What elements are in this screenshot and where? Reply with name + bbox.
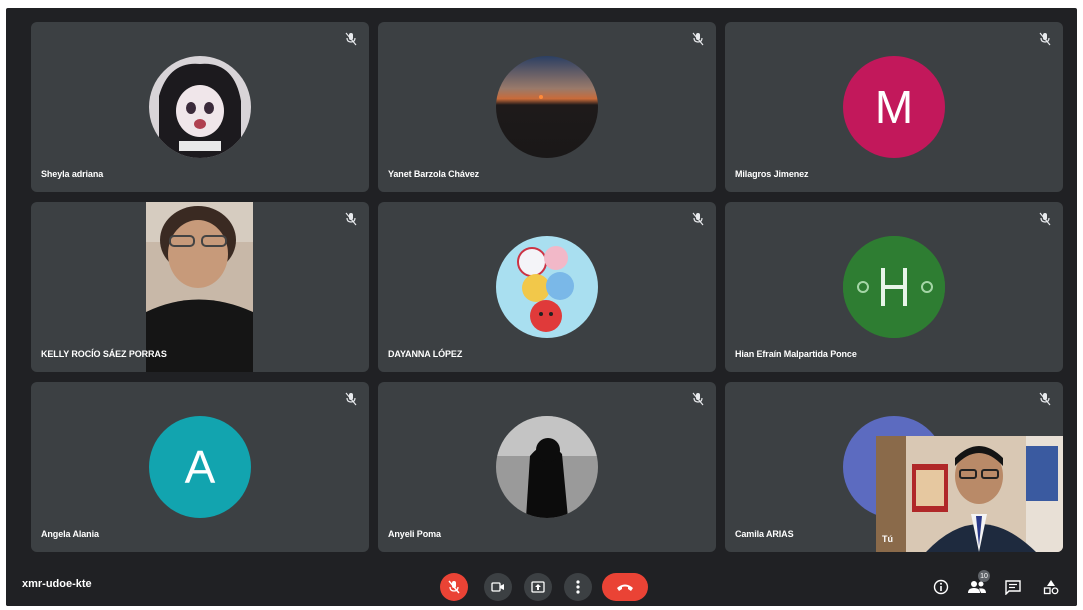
participant-avatar: A [149, 416, 251, 518]
leave-call-button[interactable] [602, 573, 648, 601]
participant-tile[interactable]: Camila ARIAS Tú [725, 382, 1063, 552]
participant-avatar [496, 236, 598, 338]
avatar-initial: M [874, 81, 914, 133]
meeting-code: xmr-udoe-kte [22, 578, 92, 590]
participant-avatar: M [843, 56, 945, 158]
participant-avatar [496, 416, 598, 518]
chat-button[interactable] [1002, 576, 1024, 598]
mic-off-icon [1039, 212, 1051, 226]
self-view-label: Tú [882, 534, 893, 544]
participant-avatar [496, 56, 598, 158]
activities-button[interactable] [1040, 576, 1062, 598]
mic-off-icon [1039, 392, 1051, 406]
people-button[interactable]: 10 [966, 570, 990, 598]
info-icon [933, 579, 949, 595]
hang-up-icon [617, 584, 633, 591]
participant-name: Sheyla adriana [41, 169, 104, 179]
mic-off-icon [345, 392, 357, 406]
participant-video [146, 202, 253, 372]
mic-off-icon [448, 580, 460, 594]
participant-name: Hian Efraín Malpartida Ponce [735, 349, 857, 359]
more-vert-icon [576, 580, 580, 594]
camera-toggle-button[interactable] [484, 573, 512, 601]
participant-name: Milagros Jimenez [735, 169, 809, 179]
people-icon [968, 581, 986, 593]
mic-off-icon [692, 32, 704, 46]
activities-icon [1043, 580, 1059, 595]
participant-name: DAYANNA LÓPEZ [388, 349, 463, 359]
participant-tile[interactable]: Sheyla adriana [31, 22, 369, 192]
meet-window: Sheyla adriana Yanet Barzola Chávez M Mi… [6, 8, 1077, 606]
participant-name: Angela Alania [41, 529, 99, 539]
mic-off-icon [345, 212, 357, 226]
avatar-initial: A [184, 441, 216, 493]
participant-tile[interactable]: Anyeli Poma [378, 382, 716, 552]
meeting-details-button[interactable] [930, 576, 952, 598]
mic-off-icon [692, 392, 704, 406]
participant-name: Camila ARIAS [735, 529, 794, 539]
participant-tile[interactable]: A Angela Alania [31, 382, 369, 552]
participant-name: KELLY ROCÍO SÁEZ PORRAS [41, 349, 167, 359]
participant-grid: Sheyla adriana Yanet Barzola Chávez M Mi… [6, 8, 1077, 568]
chat-icon [1005, 579, 1021, 595]
present-button[interactable] [524, 573, 552, 601]
participant-avatar [843, 236, 945, 338]
participant-tile[interactable]: M Milagros Jimenez [725, 22, 1063, 192]
more-options-button[interactable] [564, 573, 592, 601]
participant-tile[interactable]: DAYANNA LÓPEZ [378, 202, 716, 372]
present-icon [531, 581, 545, 593]
control-bar: xmr-udoe-kte 10 [6, 568, 1077, 606]
participant-name: Yanet Barzola Chávez [388, 169, 480, 179]
participant-name: Anyeli Poma [388, 529, 441, 539]
participant-avatar [149, 56, 251, 158]
mic-off-icon [345, 32, 357, 46]
participant-tile[interactable]: Yanet Barzola Chávez [378, 22, 716, 192]
mic-toggle-button[interactable] [440, 573, 468, 601]
participant-tile[interactable]: Hian Efraín Malpartida Ponce [725, 202, 1063, 372]
mic-off-icon [692, 212, 704, 226]
camera-icon [491, 582, 504, 592]
self-view-video[interactable]: Tú [876, 436, 1063, 552]
participant-tile[interactable]: KELLY ROCÍO SÁEZ PORRAS [31, 202, 369, 372]
participant-count-badge: 10 [978, 570, 990, 582]
mic-off-icon [1039, 32, 1051, 46]
